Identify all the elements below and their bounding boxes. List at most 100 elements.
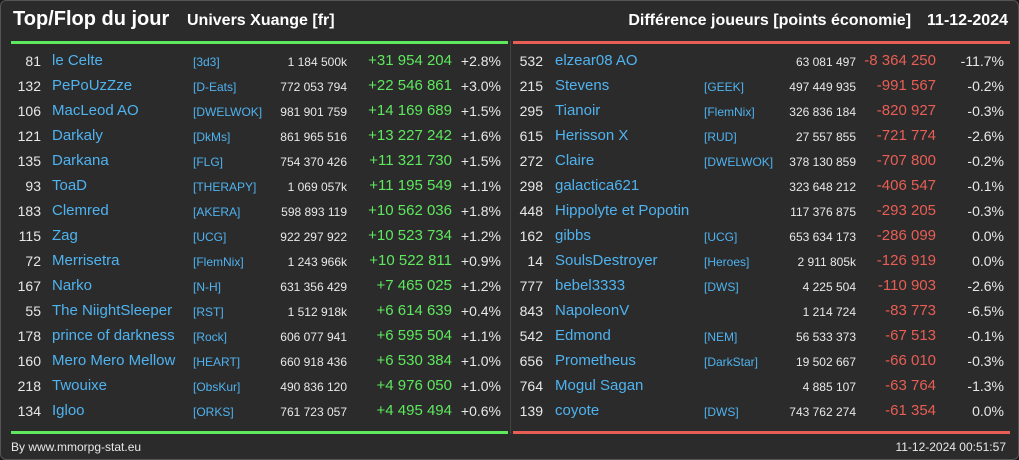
player-name-link[interactable]: Edmond bbox=[555, 327, 611, 344]
player-name-link[interactable]: prince of darkness bbox=[52, 327, 175, 344]
percent-change: +0.6% bbox=[460, 403, 501, 419]
player-name-link[interactable]: Hippolyte et Popotin bbox=[555, 202, 689, 219]
player-name-link[interactable]: Igloo bbox=[52, 402, 85, 419]
player-points: 1 243 966k bbox=[287, 255, 347, 269]
player-rank: 215 bbox=[519, 78, 543, 94]
player-name-link[interactable]: Claire bbox=[555, 152, 594, 169]
percent-change: +1.6% bbox=[460, 128, 501, 144]
alliance-tag-link[interactable]: [UCG] bbox=[704, 230, 737, 244]
player-rank: 178 bbox=[17, 328, 41, 344]
points-difference: -820 927 bbox=[876, 102, 936, 119]
alliance-tag-link[interactable]: [FLG] bbox=[193, 155, 223, 169]
player-name-link[interactable]: Mero Mero Mellow bbox=[52, 352, 175, 369]
points-difference: -406 547 bbox=[876, 177, 936, 194]
alliance-tag-link[interactable]: [D-Eats] bbox=[193, 80, 236, 94]
percent-change: +0.4% bbox=[460, 303, 501, 319]
player-rank: 272 bbox=[519, 153, 543, 169]
alliance-tag-link[interactable]: [RUD] bbox=[704, 130, 737, 144]
player-name-link[interactable]: PePoUzZze bbox=[52, 77, 132, 94]
player-name-link[interactable]: ToaD bbox=[52, 177, 87, 194]
percent-change: 0.0% bbox=[972, 403, 1004, 419]
percent-change: +1.2% bbox=[460, 278, 501, 294]
header-date: 11-12-2024 bbox=[927, 12, 1008, 29]
player-rank: 132 bbox=[17, 78, 41, 94]
alliance-tag-link[interactable]: [NEM] bbox=[704, 330, 737, 344]
points-difference: +31 954 204 bbox=[368, 52, 452, 69]
player-points: 861 965 516 bbox=[280, 130, 347, 144]
player-rank: 106 bbox=[17, 103, 41, 119]
player-name-link[interactable]: bebel3333 bbox=[555, 277, 625, 294]
player-name-link[interactable]: Mogul Sagan bbox=[555, 377, 643, 394]
player-name-link[interactable]: The NiightSleeper bbox=[52, 302, 172, 319]
player-name-link[interactable]: gibbs bbox=[555, 227, 591, 244]
player-name-link[interactable]: Tianoir bbox=[555, 102, 600, 119]
player-rank: 167 bbox=[17, 278, 41, 294]
points-difference: -61 354 bbox=[885, 402, 936, 419]
player-name-link[interactable]: Zag bbox=[52, 227, 78, 244]
flop-row: 542 Edmond [NEM] 56 533 373 -67 513 -0.1% bbox=[513, 324, 1010, 349]
alliance-tag-link[interactable]: [UCG] bbox=[193, 230, 226, 244]
top-row: 167 Narko [N-H] 631 356 429 +7 465 025 +1.2% bbox=[11, 274, 508, 299]
player-name-link[interactable]: Prometheus bbox=[555, 352, 636, 369]
player-name-link[interactable]: Darkana bbox=[52, 152, 109, 169]
points-difference: +13 227 242 bbox=[368, 127, 452, 144]
points-difference: -66 010 bbox=[885, 352, 936, 369]
player-name-link[interactable]: Stevens bbox=[555, 77, 609, 94]
alliance-tag-link[interactable]: [N-H] bbox=[193, 280, 221, 294]
flop-accent-bar bbox=[513, 41, 1010, 44]
alliance-tag-link[interactable]: [ObsKur] bbox=[193, 380, 240, 394]
player-name-link[interactable]: elzear08 AO bbox=[555, 52, 638, 69]
player-rank: 72 bbox=[25, 253, 41, 269]
header: Top/Flop du jour Univers Xuange [fr] Dif… bbox=[1, 1, 1018, 41]
flop-row: 532 elzear08 AO 63 081 497 -8 364 250 -11.7% bbox=[513, 49, 1010, 74]
percent-change: +0.9% bbox=[460, 253, 501, 269]
percent-change: 0.0% bbox=[972, 253, 1004, 269]
alliance-tag-link[interactable]: [DWS] bbox=[704, 280, 739, 294]
player-name-link[interactable]: SoulsDestroyer bbox=[555, 252, 658, 269]
flop-row: 615 Herisson X [RUD] 27 557 855 -721 774 -2.6… bbox=[513, 124, 1010, 149]
player-rank: 14 bbox=[527, 253, 543, 269]
player-points: 490 836 120 bbox=[280, 380, 347, 394]
player-rank: 764 bbox=[519, 378, 543, 394]
points-difference: +7 465 025 bbox=[376, 277, 453, 294]
top-row: 55 The NiightSleeper [RST] 1 512 918k +6 614… bbox=[11, 299, 508, 324]
player-name-link[interactable]: Clemred bbox=[52, 202, 109, 219]
player-name-link[interactable]: NapoleonV bbox=[555, 302, 629, 319]
player-points: 660 918 436 bbox=[280, 355, 347, 369]
player-name-link[interactable]: coyote bbox=[555, 402, 599, 419]
player-name-link[interactable]: galactica621 bbox=[555, 177, 639, 194]
top-row: 93 ToaD [THERAPY] 1 069 057k +11 195 549 +1.1… bbox=[11, 174, 508, 199]
player-name-link[interactable]: le Celte bbox=[52, 52, 103, 69]
player-name-link[interactable]: Herisson X bbox=[555, 127, 628, 144]
player-name-link[interactable]: Narko bbox=[52, 277, 92, 294]
alliance-tag-link[interactable]: [HEART] bbox=[193, 355, 240, 369]
percent-change: -0.3% bbox=[967, 203, 1004, 219]
column-divider bbox=[510, 41, 511, 434]
percent-change: 0.0% bbox=[972, 228, 1004, 244]
points-difference: -721 774 bbox=[876, 127, 936, 144]
percent-change: +3.0% bbox=[460, 78, 501, 94]
player-name-link[interactable]: Twouixe bbox=[52, 377, 107, 394]
alliance-tag-link[interactable]: [DkMs] bbox=[193, 130, 230, 144]
alliance-tag-link[interactable]: [RST] bbox=[193, 305, 224, 319]
alliance-tag-link[interactable]: [DWS] bbox=[704, 405, 739, 419]
alliance-tag-link[interactable]: [GEEK] bbox=[704, 80, 744, 94]
alliance-tag-link[interactable]: [Heroes] bbox=[704, 255, 749, 269]
flop-row: 14 SoulsDestroyer [Heroes] 2 911 805k -126 9… bbox=[513, 249, 1010, 274]
player-rank: 843 bbox=[519, 303, 543, 319]
percent-change: +1.8% bbox=[460, 203, 501, 219]
percent-change: -0.2% bbox=[967, 153, 1004, 169]
player-rank: 121 bbox=[17, 128, 41, 144]
player-name-link[interactable]: Darkaly bbox=[52, 127, 103, 144]
alliance-tag-link[interactable]: [ORKS] bbox=[193, 405, 234, 419]
points-difference: -67 513 bbox=[885, 327, 936, 344]
player-points: 1 184 500k bbox=[287, 55, 347, 69]
alliance-tag-link[interactable]: [AKERA] bbox=[193, 205, 240, 219]
player-name-link[interactable]: MacLeod AO bbox=[52, 102, 139, 119]
player-name-link[interactable]: Merrisetra bbox=[52, 252, 120, 269]
alliance-tag-link[interactable]: [Rock] bbox=[193, 330, 227, 344]
percent-change: +1.0% bbox=[460, 353, 501, 369]
player-points: 606 077 941 bbox=[280, 330, 347, 344]
top-row: 160 Mero Mero Mellow [HEART] 660 918 436 +6 … bbox=[11, 349, 508, 374]
alliance-tag-link[interactable]: [3d3] bbox=[193, 55, 220, 69]
